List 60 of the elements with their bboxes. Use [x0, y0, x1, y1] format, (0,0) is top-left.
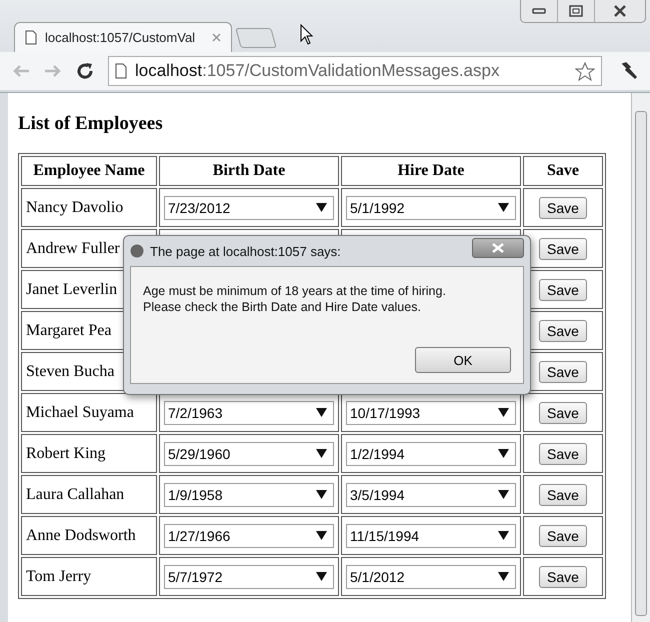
- page-icon: [115, 63, 127, 79]
- column-header: Birth Date: [159, 156, 339, 186]
- birth-date-select[interactable]: 1/27/1966: [164, 524, 334, 548]
- page-icon: [25, 30, 37, 45]
- hire-date-select[interactable]: 5/1/1992: [346, 196, 516, 220]
- save-button[interactable]: Save: [539, 238, 587, 260]
- save-button[interactable]: Save: [539, 442, 587, 464]
- close-icon[interactable]: [212, 33, 221, 42]
- dropdown-arrow-icon: [316, 490, 327, 499]
- column-header: Save: [523, 156, 603, 186]
- birth-date-select[interactable]: 7/2/1963: [164, 400, 334, 424]
- employee-name-cell: Nancy Davolio: [21, 188, 157, 227]
- employee-name-cell: Tom Jerry: [21, 557, 157, 596]
- dropdown-arrow-icon: [498, 449, 509, 458]
- employee-name-cell: Laura Callahan: [21, 475, 157, 514]
- browser-logo-icon: [130, 244, 144, 258]
- save-button[interactable]: Save: [539, 320, 587, 342]
- close-icon: [492, 243, 504, 253]
- dropdown-arrow-icon: [498, 203, 509, 212]
- birth-date-select[interactable]: 5/7/1972: [164, 564, 334, 588]
- dropdown-arrow-icon: [498, 531, 509, 540]
- browser-tab[interactable]: localhost:1057/CustomVal: [14, 22, 232, 52]
- save-button[interactable]: Save: [539, 402, 587, 424]
- address-bar[interactable]: localhost:1057/CustomValidationMessages.aspx: [108, 56, 602, 86]
- column-header: Employee Name: [21, 156, 157, 186]
- ok-button[interactable]: OK: [415, 347, 511, 373]
- birth-date-select[interactable]: 7/23/2012: [164, 196, 334, 220]
- dropdown-arrow-icon: [316, 408, 327, 417]
- hire-date-select[interactable]: 11/15/1994: [346, 524, 516, 548]
- hire-date-select[interactable]: 5/1/2012: [346, 564, 516, 588]
- employee-name-cell: Robert King: [21, 434, 157, 473]
- dropdown-arrow-icon: [498, 572, 509, 581]
- hire-date-select[interactable]: 10/17/1993: [346, 400, 516, 424]
- save-button[interactable]: Save: [539, 278, 587, 300]
- birth-date-select[interactable]: 1/9/1958: [164, 482, 334, 506]
- save-button[interactable]: Save: [539, 566, 587, 588]
- hire-date-select[interactable]: 3/5/1994: [346, 482, 516, 506]
- maximize-icon: [569, 5, 583, 17]
- birth-date-select[interactable]: 5/29/1960: [164, 442, 334, 466]
- dropdown-arrow-icon: [498, 490, 509, 499]
- dropdown-arrow-icon: [316, 531, 327, 540]
- employee-name-cell: Anne Dodsworth: [21, 516, 157, 555]
- dropdown-arrow-icon: [316, 572, 327, 581]
- save-button[interactable]: Save: [539, 360, 587, 382]
- dropdown-arrow-icon: [316, 449, 327, 458]
- star-icon[interactable]: [575, 62, 595, 80]
- column-header: Hire Date: [341, 156, 521, 186]
- save-button[interactable]: Save: [539, 196, 587, 218]
- dropdown-arrow-icon: [316, 203, 327, 212]
- minimize-icon: [532, 8, 546, 14]
- close-icon: [613, 5, 627, 17]
- dropdown-arrow-icon: [498, 408, 509, 417]
- save-button[interactable]: Save: [539, 484, 587, 506]
- scrollbar[interactable]: [631, 93, 650, 622]
- hire-date-select[interactable]: 1/2/1994: [346, 442, 516, 466]
- reload-icon[interactable]: [76, 62, 94, 80]
- cursor-icon: [300, 24, 314, 46]
- save-button[interactable]: Save: [539, 524, 587, 546]
- page-heading: List of Employees: [18, 113, 164, 135]
- close-button[interactable]: [472, 238, 524, 258]
